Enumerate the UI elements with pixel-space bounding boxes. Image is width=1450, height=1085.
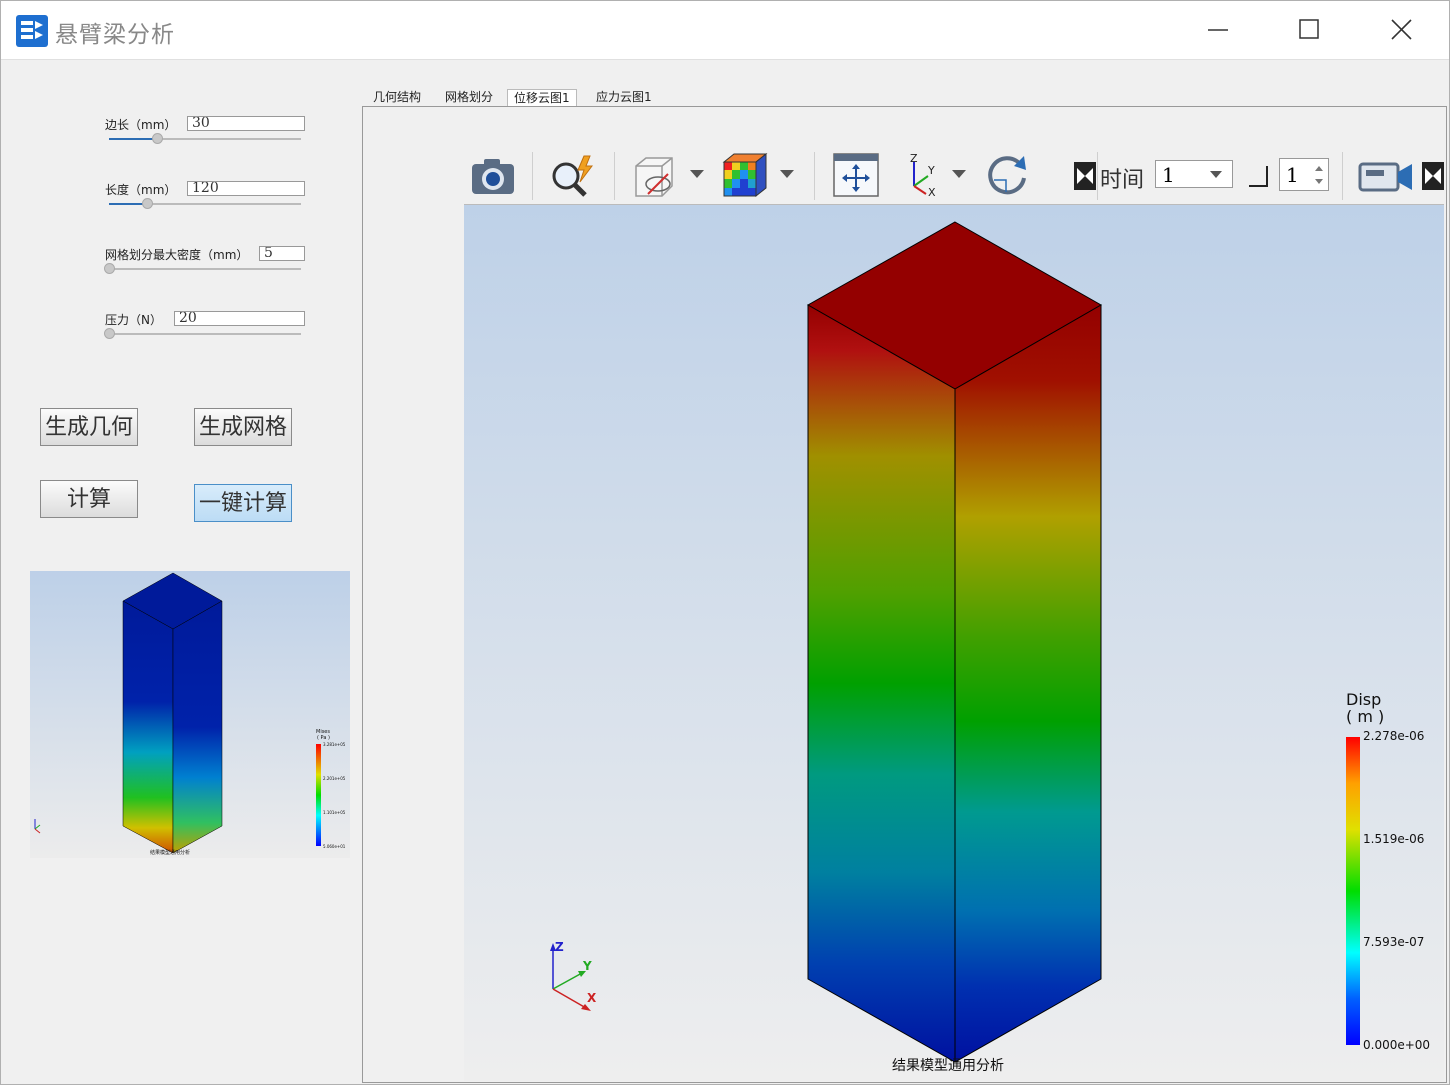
one-click-compute-button[interactable]: 一键计算 (194, 484, 292, 522)
stress-thumbnail: Mises ( Pa ) 3.281e+05 2.201e+05 1.101e+… (30, 571, 350, 858)
step-spinbox-value: 1 (1286, 163, 1299, 187)
chevron-down-icon[interactable] (780, 170, 794, 180)
thumbnail-legend-tick: 5.060e+01 (323, 844, 346, 849)
edge-length-slider-fill (109, 138, 157, 140)
mesh-density-input[interactable]: 5 (259, 246, 305, 261)
chevron-down-icon[interactable] (690, 170, 704, 180)
force-slider-handle[interactable] (104, 328, 115, 339)
time-select[interactable]: 1 (1155, 160, 1233, 188)
length-input[interactable]: 120 (187, 181, 305, 196)
visibility-icon[interactable] (630, 154, 680, 198)
app-logo-icon (16, 15, 48, 47)
thumbnail-legend-unit: ( Pa ) (317, 735, 330, 741)
thumbnail-legend-tick: 2.201e+05 (323, 776, 346, 781)
colormap-icon[interactable] (720, 152, 768, 198)
force-input[interactable]: 20 (174, 311, 305, 326)
toolbar-separator (1342, 152, 1343, 200)
length-slider-handle[interactable] (142, 198, 153, 209)
toolbar-handle-icon[interactable] (1074, 162, 1096, 190)
step-icon (1249, 166, 1268, 187)
close-icon[interactable] (1381, 11, 1421, 49)
compute-button[interactable]: 计算 (40, 480, 138, 518)
chevron-down-icon[interactable] (952, 170, 966, 180)
thumbnail-legend-tick: 1.101e+05 (323, 810, 346, 815)
tab-mesh[interactable]: 网格划分 (439, 89, 499, 106)
video-icon[interactable] (1358, 158, 1414, 194)
tab-stress[interactable]: 应力云图1 (590, 89, 658, 106)
view-toolbar: Z Y X 时间 1 1 (464, 148, 1444, 205)
legend-color-bar (1346, 737, 1360, 1045)
title-bar: 悬臂梁分析 (1, 1, 1449, 60)
fit-view-icon[interactable] (832, 152, 880, 198)
app-window: 悬臂梁分析 边长（mm） 30 长度（mm） 120 网格划分最大密度（mm） … (0, 0, 1450, 1085)
beam-model[interactable]: Z Y X (464, 205, 1444, 1081)
force-slider[interactable] (109, 333, 301, 335)
minimize-icon[interactable] (1197, 11, 1237, 49)
axis-label-x: X (587, 991, 597, 1005)
toolbar-separator (614, 152, 615, 200)
length-label: 长度（mm） (105, 183, 177, 197)
toolbar-separator (1097, 152, 1098, 200)
mesh-density-slider-handle[interactable] (104, 263, 115, 274)
axis-label-z: Z (555, 940, 564, 954)
legend-tick: 2.278e-06 (1363, 729, 1425, 743)
legend-tick: 1.519e-06 (1363, 832, 1425, 846)
edge-length-slider-handle[interactable] (152, 133, 163, 144)
axes-icon[interactable]: Z Y X (900, 152, 944, 198)
generate-geometry-button[interactable]: 生成几何 (40, 408, 138, 446)
zoom-icon[interactable] (548, 154, 598, 198)
svg-text:X: X (928, 186, 936, 198)
mesh-density-slider[interactable] (109, 268, 301, 270)
legend-tick: 7.593e-07 (1363, 935, 1425, 949)
spin-arrows-icon[interactable] (1314, 164, 1324, 186)
maximize-icon[interactable] (1289, 11, 1329, 49)
toolbar-separator (814, 152, 815, 200)
legend-unit: ( m ) (1346, 707, 1385, 726)
thumbnail-footer: 结果模型通用分析 (150, 849, 190, 856)
svg-text:Y: Y (927, 164, 935, 177)
thumbnail-legend-tick: 3.281e+05 (323, 742, 346, 747)
tab-geometry[interactable]: 几何结构 (367, 89, 427, 106)
viewport-footer: 结果模型通用分析 (892, 1058, 1004, 1074)
time-select-value: 1 (1162, 163, 1175, 187)
step-spinbox[interactable]: 1 (1279, 158, 1329, 191)
camera-icon[interactable] (470, 154, 516, 198)
time-label: 时间 (1100, 168, 1145, 193)
svg-text:Z: Z (910, 152, 918, 165)
toolbar-separator (532, 152, 533, 200)
axis-label-y: Y (582, 959, 592, 973)
force-label: 压力（N） (105, 313, 162, 327)
edge-length-input[interactable]: 30 (187, 116, 305, 131)
legend-tick: 0.000e+00 (1363, 1038, 1431, 1052)
3d-viewport[interactable]: Z Y X (464, 205, 1444, 1081)
mesh-density-label: 网格划分最大密度（mm） (105, 248, 249, 262)
generate-mesh-button[interactable]: 生成网格 (194, 408, 292, 446)
tab-displacement[interactable]: 位移云图1 (507, 89, 577, 107)
window-title: 悬臂梁分析 (55, 22, 175, 48)
edge-length-label: 边长（mm） (105, 118, 177, 132)
rotate-icon[interactable] (984, 152, 1030, 198)
chevron-down-icon[interactable] (1210, 171, 1222, 179)
toolbar-handle-icon[interactable] (1422, 162, 1444, 190)
